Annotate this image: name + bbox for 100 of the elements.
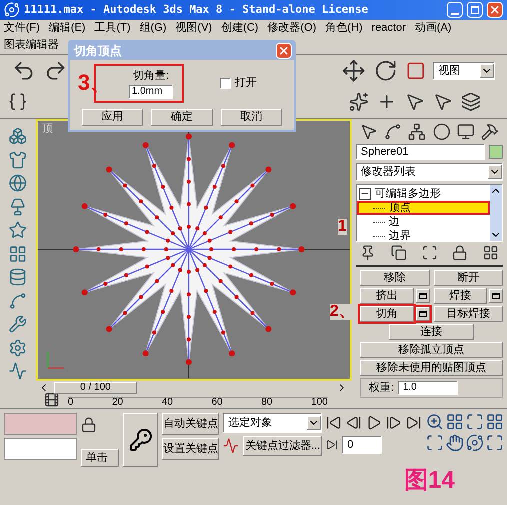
layers-icon[interactable] bbox=[461, 92, 481, 112]
amount-spinner[interactable]: 1.0mm bbox=[129, 84, 173, 98]
menu-item[interactable]: 角色(H) bbox=[326, 20, 363, 37]
maximize-icon[interactable] bbox=[466, 413, 484, 431]
object-name-field[interactable]: Sphere01 bbox=[356, 144, 485, 160]
selection-dropdown[interactable]: 选定对象 bbox=[223, 413, 322, 433]
boxes-icon[interactable] bbox=[8, 127, 28, 146]
next-frame-icon[interactable] bbox=[386, 415, 402, 431]
script-output-field[interactable] bbox=[4, 438, 78, 460]
set-key-button[interactable] bbox=[123, 413, 158, 467]
command-button[interactable]: 切角 bbox=[360, 306, 414, 322]
grid-icon[interactable] bbox=[8, 244, 28, 264]
key-mode-icon[interactable] bbox=[326, 439, 338, 451]
frame-field[interactable]: 0 bbox=[342, 436, 382, 454]
sparkle-icon[interactable] bbox=[349, 92, 369, 112]
grid-icon[interactable] bbox=[483, 245, 499, 261]
menu-item[interactable]: 动画(A) bbox=[415, 20, 452, 37]
lamp-icon[interactable] bbox=[8, 198, 28, 216]
menu-item[interactable]: 图表编辑器 bbox=[4, 37, 59, 54]
command-button[interactable]: 断开 bbox=[434, 270, 503, 286]
braces-icon[interactable] bbox=[8, 92, 28, 112]
shirt-icon[interactable] bbox=[8, 150, 28, 170]
rotate-icon[interactable] bbox=[374, 58, 398, 83]
star-icon[interactable] bbox=[8, 221, 28, 240]
weight-spinner[interactable]: 1.0 bbox=[398, 381, 458, 395]
command-button[interactable]: 移除 bbox=[360, 270, 430, 286]
pointer-icon[interactable] bbox=[405, 92, 425, 112]
gear-icon[interactable] bbox=[8, 338, 28, 358]
globe-icon[interactable] bbox=[8, 174, 28, 193]
move-icon[interactable] bbox=[342, 58, 366, 83]
activity-icon[interactable] bbox=[8, 362, 28, 382]
dialog-button[interactable]: 应用 bbox=[82, 108, 144, 126]
zoom-icon[interactable] bbox=[426, 413, 444, 431]
scan-icon[interactable] bbox=[422, 245, 438, 261]
command-button[interactable]: 移除孤立顶点 bbox=[360, 342, 503, 358]
lock-icon[interactable] bbox=[452, 245, 468, 261]
maximize-icon[interactable] bbox=[486, 434, 504, 452]
hammer-icon[interactable] bbox=[480, 123, 499, 141]
settings-button[interactable] bbox=[416, 307, 430, 321]
curve-icon[interactable] bbox=[384, 123, 402, 141]
menu-item[interactable]: 文件(F) bbox=[4, 20, 40, 37]
command-button[interactable]: 挤出 bbox=[360, 288, 414, 304]
pan-icon[interactable] bbox=[446, 434, 464, 452]
menu-item[interactable]: 编辑(E) bbox=[49, 20, 86, 37]
settings-button[interactable] bbox=[416, 289, 430, 303]
go-to-start-icon[interactable] bbox=[326, 415, 342, 431]
scan-icon[interactable] bbox=[426, 434, 444, 452]
time-slider-thumb[interactable]: 0 / 100 bbox=[54, 382, 138, 394]
menu-item[interactable]: 工具(T) bbox=[94, 20, 131, 37]
tick-label: 80 bbox=[262, 398, 273, 408]
menu-item[interactable]: 创建(C) bbox=[221, 20, 259, 37]
hierarchy-icon[interactable] bbox=[408, 123, 426, 141]
dialog-button[interactable]: 取消 bbox=[220, 108, 282, 126]
pin-icon[interactable] bbox=[360, 245, 376, 261]
command-button[interactable]: 目标焊接 bbox=[434, 306, 503, 322]
command-button[interactable]: 连接 bbox=[388, 324, 474, 340]
database-icon[interactable] bbox=[8, 268, 28, 287]
view-dropdown[interactable]: 视图 bbox=[433, 62, 495, 80]
grid-icon[interactable] bbox=[446, 413, 464, 431]
sub-object-item[interactable]: 顶点 bbox=[357, 201, 490, 215]
go-to-end-icon[interactable] bbox=[406, 415, 422, 431]
auto-key-button[interactable]: 自动关键点 bbox=[162, 413, 220, 435]
dialog-button[interactable]: 确定 bbox=[151, 108, 213, 126]
stack-item[interactable]: 可编辑多边形 bbox=[357, 187, 490, 201]
command-button[interactable]: 焊接 bbox=[434, 288, 487, 304]
sub-object-item[interactable]: 边界 bbox=[357, 229, 490, 243]
spline-icon[interactable] bbox=[8, 292, 28, 310]
menu-item[interactable]: 组(G) bbox=[140, 20, 167, 37]
menu-item[interactable]: 修改器(O) bbox=[268, 20, 316, 37]
set-key-mode-button[interactable]: 设置关键点 bbox=[162, 438, 220, 460]
key-filters-button[interactable]: 关键点过滤器... bbox=[243, 436, 322, 456]
copy-icon[interactable] bbox=[390, 245, 407, 261]
key-icon[interactable] bbox=[128, 428, 153, 452]
grid-icon[interactable] bbox=[486, 413, 504, 431]
wrench-icon[interactable] bbox=[8, 315, 28, 334]
track-bar-icon[interactable] bbox=[44, 392, 60, 408]
menu-item[interactable]: reactor bbox=[372, 20, 406, 37]
modifier-stack-list[interactable]: 可编辑多边形 顶点 边 边界 bbox=[356, 184, 503, 242]
play-icon[interactable] bbox=[366, 415, 382, 431]
collapse-icon[interactable] bbox=[359, 188, 371, 200]
pointer-icon[interactable] bbox=[433, 92, 453, 112]
script-listener-field[interactable] bbox=[4, 413, 78, 435]
timeline-ruler[interactable]: 0 20 40 60 80 100 bbox=[68, 397, 328, 408]
modifier-list-dropdown[interactable]: 修改器列表 bbox=[356, 163, 503, 181]
settings-button[interactable] bbox=[489, 289, 503, 303]
maximize-button[interactable] bbox=[467, 2, 483, 18]
monitor-icon[interactable] bbox=[456, 123, 475, 141]
pointer-icon[interactable] bbox=[360, 123, 378, 141]
circle-icon[interactable] bbox=[432, 123, 451, 141]
minimize-button[interactable] bbox=[447, 2, 463, 18]
orbit-icon[interactable] bbox=[466, 434, 484, 452]
sub-object-item[interactable]: 边 bbox=[357, 215, 490, 229]
open-checkbox[interactable] bbox=[220, 78, 231, 89]
menu-item[interactable]: 视图(V) bbox=[176, 20, 212, 37]
command-button[interactable]: 移除未使用的贴图顶点 bbox=[360, 360, 503, 376]
lock-icon[interactable] bbox=[81, 417, 98, 433]
curve-icon[interactable] bbox=[223, 438, 240, 454]
object-color-swatch[interactable] bbox=[489, 145, 503, 159]
previous-frame-icon[interactable] bbox=[346, 415, 362, 431]
scale-icon[interactable] bbox=[406, 60, 426, 81]
